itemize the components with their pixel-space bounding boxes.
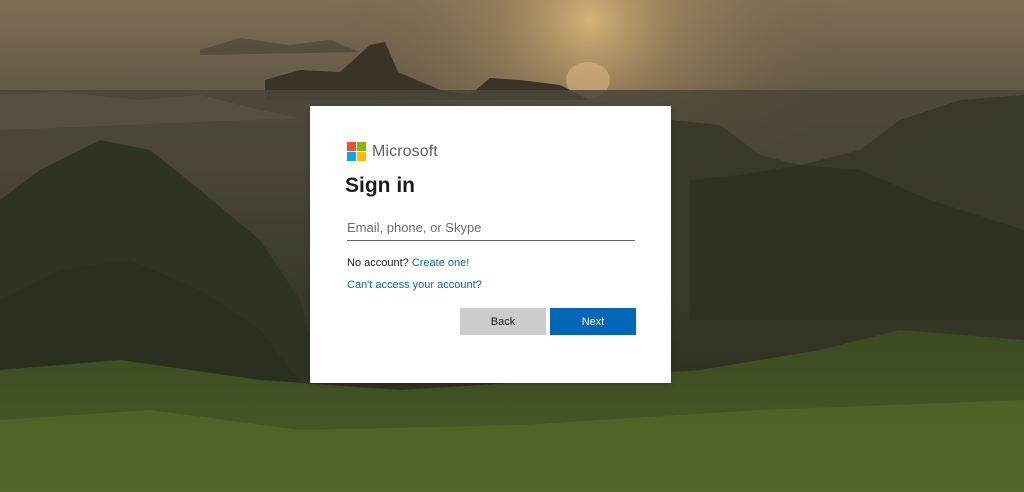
create-account-link[interactable]: Create one! (412, 257, 469, 269)
brand-name: Microsoft (372, 142, 438, 160)
back-button[interactable]: Back (460, 308, 546, 335)
next-button[interactable]: Next (550, 308, 636, 335)
cant-access-link[interactable]: Can't access your account? (347, 279, 482, 291)
no-account-row: No account? Create one! (347, 257, 469, 269)
page-title: Sign in (345, 174, 415, 197)
no-account-text: No account? (347, 257, 409, 269)
email-field[interactable] (347, 214, 635, 241)
signin-card: Microsoft Sign in No account? Create one… (310, 106, 671, 383)
microsoft-logo-icon (347, 142, 366, 161)
brand: Microsoft (347, 142, 438, 161)
